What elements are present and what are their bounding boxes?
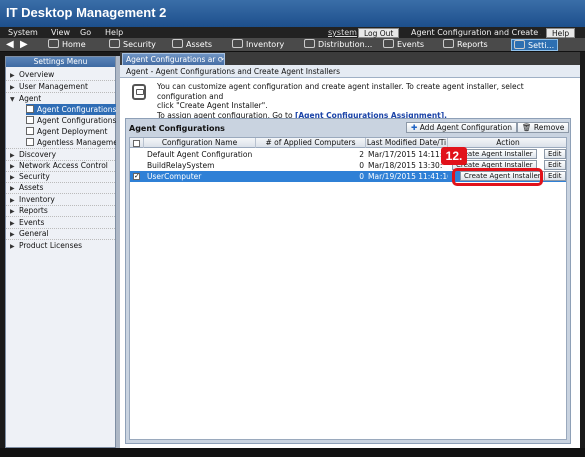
table-row[interactable]: Default Agent Configuration 2 Mar/17/201… xyxy=(130,149,566,160)
nav-tab-distribution[interactable]: Distribution... xyxy=(302,39,372,51)
events-icon xyxy=(383,39,394,48)
add-agent-configuration-button[interactable]: ✚ Add Agent Configuration xyxy=(406,122,518,133)
nav-tab-assets[interactable]: Assets xyxy=(170,39,212,51)
column-last-modified[interactable]: Last Modified Date/Ti xyxy=(366,138,448,148)
collapse-arrow-icon[interactable]: ▼ xyxy=(10,94,19,105)
settings-menu-panel: Settings Menu ▶ Overview ▶ User Management… xyxy=(5,56,118,448)
nav-tab-reports[interactable]: Reports xyxy=(441,39,488,51)
last-modified: Mar/18/2015 13:30: xyxy=(368,161,443,170)
document-icon xyxy=(26,138,34,146)
nav-tab-inventory[interactable]: Inventory xyxy=(230,39,284,51)
remove-button[interactable]: 🗑 Remove xyxy=(517,122,570,133)
bottom-bar xyxy=(0,448,585,457)
settings-icon xyxy=(514,40,525,49)
nav-tab-events[interactable]: Events xyxy=(381,39,424,51)
applied-count: 0 xyxy=(359,161,364,170)
last-modified: Mar/17/2015 14:11: xyxy=(368,150,443,159)
edit-button[interactable]: Edit xyxy=(544,171,566,181)
config-name: BuildRelaySystem xyxy=(147,161,215,170)
document-icon xyxy=(26,127,34,135)
assets-icon xyxy=(172,39,183,48)
agent-configurations-section: Agent Configurations ✚ Add Agent Configu… xyxy=(125,118,571,444)
select-all-checkbox[interactable] xyxy=(133,140,140,147)
title-bar: IT Desktop Management 2 xyxy=(0,0,585,27)
column-configuration-name[interactable]: Configuration Name xyxy=(144,138,256,148)
forward-arrow-icon[interactable]: ▶ xyxy=(20,38,28,51)
expand-arrow-icon[interactable]: ▶ xyxy=(10,241,19,252)
sidebar-item-agent-configurations-assignment[interactable]: Agent Configurations xyxy=(26,104,116,115)
tab-agent-configurations[interactable]: Agent Configurations ar ⟳ xyxy=(122,53,225,65)
content-tab-strip: Agent Configurations ar ⟳ xyxy=(120,52,580,65)
logout-button[interactable]: Log Out xyxy=(358,28,400,38)
column-applied-computers[interactable]: # of Applied Computers xyxy=(256,138,366,148)
info-box: You can customize agent configuration an… xyxy=(125,80,571,120)
sidebar-item-product-licenses[interactable]: ▶ Product Licenses xyxy=(10,240,82,252)
config-name: Default Agent Configuration xyxy=(147,150,253,159)
last-modified: Mar/19/2015 11:41:16 xyxy=(368,172,448,181)
agent-robot-icon xyxy=(132,84,146,100)
menu-bar: System View Go Help system Log Out Agent… xyxy=(0,27,585,38)
main-content: Agent Configurations ar ⟳ Agent - Agent … xyxy=(120,52,580,448)
reports-icon xyxy=(443,39,454,48)
info-text: You can customize agent configuration an… xyxy=(157,82,524,120)
inventory-icon xyxy=(232,39,243,48)
nav-tab-security[interactable]: Security xyxy=(107,39,156,51)
step-badge: 12. xyxy=(441,147,467,165)
edit-button[interactable]: Edit xyxy=(544,149,566,159)
settings-menu-header: Settings Menu xyxy=(6,57,115,67)
help-button[interactable]: Help xyxy=(546,28,576,38)
table-header: Configuration Name # of Applied Computer… xyxy=(130,138,566,148)
document-icon xyxy=(26,116,34,124)
menu-system[interactable]: System xyxy=(8,27,38,38)
menu-help[interactable]: Help xyxy=(105,27,123,38)
highlight-callout xyxy=(452,168,543,186)
refresh-icon[interactable]: ⟳ xyxy=(218,55,224,64)
config-name: UserComputer xyxy=(147,172,202,181)
sidebar-item-agentless-management[interactable]: Agentless Manageme xyxy=(26,137,118,148)
plus-icon: ✚ xyxy=(411,123,418,132)
applied-count: 2 xyxy=(359,150,364,159)
row-checkbox[interactable] xyxy=(133,171,140,182)
sidebar-item-agent-configurations[interactable]: Agent Configurations xyxy=(26,115,116,126)
edit-button[interactable]: Edit xyxy=(544,160,566,170)
column-action: Action xyxy=(496,138,520,147)
section-title: Agent Configurations xyxy=(129,124,225,133)
current-page-label: Agent Configuration and Create Ag... xyxy=(411,28,541,37)
user-link[interactable]: system xyxy=(328,27,357,38)
lock-icon xyxy=(109,39,120,48)
back-arrow-icon[interactable]: ◀ xyxy=(6,38,14,51)
trash-icon: 🗑 xyxy=(522,123,532,132)
select-all-header[interactable] xyxy=(130,138,144,148)
menu-view[interactable]: View xyxy=(51,27,70,38)
nav-bar: ◀ ▶ Home Security Assets Inventory Distr… xyxy=(0,38,585,52)
app-title: IT Desktop Management 2 xyxy=(6,5,167,20)
nav-tab-home[interactable]: Home xyxy=(46,39,86,51)
breadcrumb: Agent - Agent Configurations and Create … xyxy=(120,65,580,78)
house-icon xyxy=(48,39,59,48)
applied-count: 0 xyxy=(359,172,364,181)
menu-go[interactable]: Go xyxy=(80,27,91,38)
document-icon xyxy=(26,105,34,113)
nav-tab-settings[interactable]: Setti... xyxy=(511,39,559,51)
distribution-icon xyxy=(304,39,315,48)
sidebar-item-agent-deployment[interactable]: Agent Deployment xyxy=(26,126,107,137)
